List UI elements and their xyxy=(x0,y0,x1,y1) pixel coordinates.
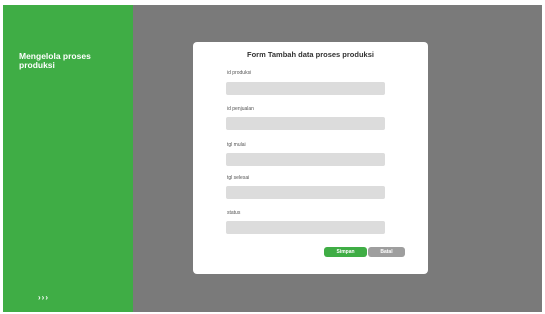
id-penjualan-input[interactable] xyxy=(226,117,385,130)
label-id-produksi: id produksi xyxy=(227,70,252,76)
label-status: status xyxy=(227,210,241,216)
sidebar: Mengelola proses produksi ››› xyxy=(3,5,133,312)
form-title: Form Tambah data proses produksi xyxy=(247,50,374,59)
label-tgl-selesai: tgl selesai xyxy=(227,175,250,181)
status-input[interactable] xyxy=(226,221,385,234)
expand-arrows-icon[interactable]: ››› xyxy=(38,293,49,302)
form-card: Form Tambah data proses produksi id prod… xyxy=(193,42,428,274)
main-area: Form Tambah data proses produksi id prod… xyxy=(133,5,542,312)
sidebar-title: Mengelola proses produksi xyxy=(19,51,91,70)
cancel-button[interactable]: Batal xyxy=(368,247,405,257)
id-produksi-input[interactable] xyxy=(226,82,385,95)
save-button[interactable]: Simpan xyxy=(324,247,367,257)
label-tgl-mulai: tgl mulai xyxy=(227,142,246,148)
app-frame: Mengelola proses produksi ››› Form Tamba… xyxy=(3,5,542,312)
label-id-penjualan: id penjualan xyxy=(227,106,254,112)
tgl-selesai-input[interactable] xyxy=(226,186,385,199)
tgl-mulai-input[interactable] xyxy=(226,153,385,166)
